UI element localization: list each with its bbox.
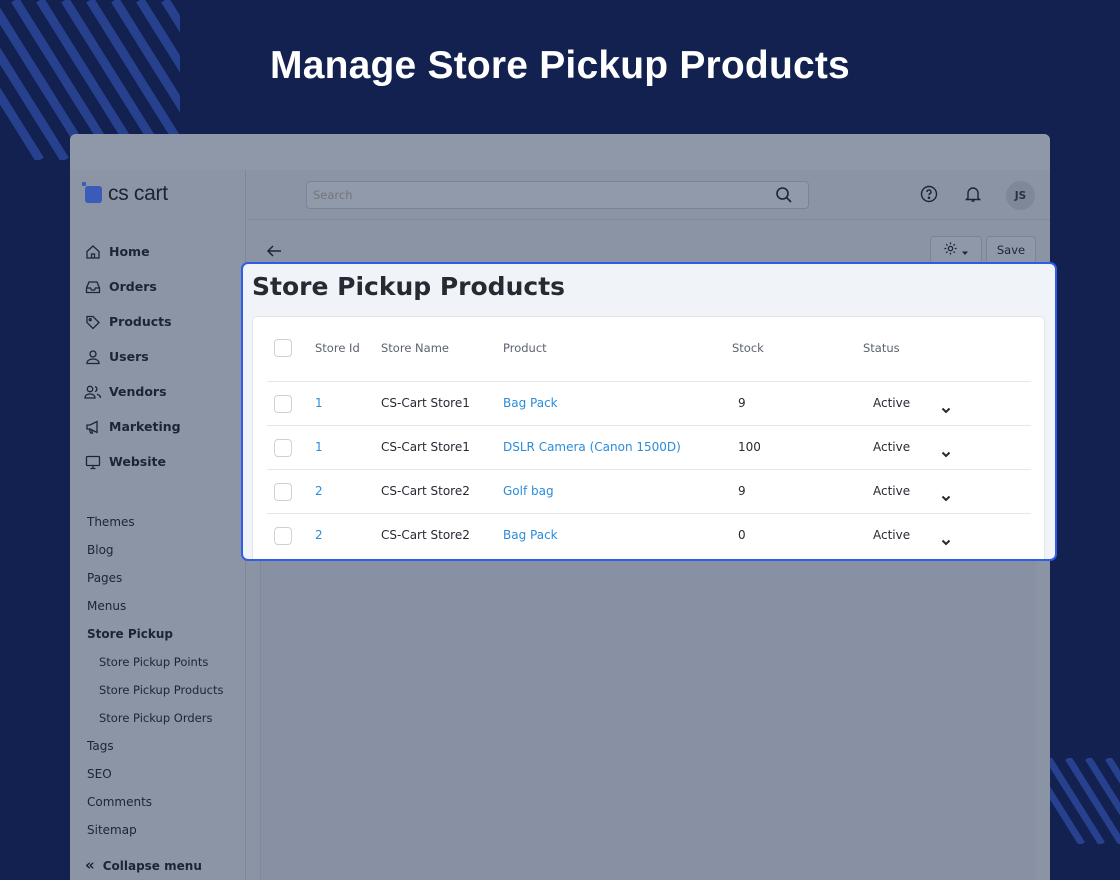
stock-value: 9 [738,484,746,498]
sidebar-item-home[interactable]: Home [84,234,181,269]
store-name: CS-Cart Store1 [381,440,470,454]
window-title-bar [70,134,1050,170]
home-icon [84,243,102,261]
row-checkbox[interactable] [274,527,292,545]
stock-value: 100 [738,440,761,454]
stock-value: 0 [738,528,746,542]
column-header-status[interactable]: Status [863,341,900,355]
sidebar-item-tags[interactable]: Tags [87,732,223,760]
chevron-down-icon[interactable] [941,487,951,506]
help-icon[interactable] [920,185,938,207]
page-title: Store Pickup Products [252,272,566,301]
sidebar-item-label: Orders [109,279,157,294]
logo-mark-icon [82,181,102,203]
table-row: 1 CS-Cart Store1 Bag Pack 9 Active [267,381,1031,425]
sidebar-item-label: Home [109,244,150,259]
sidebar-item-label: Website [109,454,166,469]
monitor-icon [84,453,102,471]
brand-logo[interactable]: cs cart [82,181,168,206]
sidebar-main-nav: Home Orders Products Users Vendors Marke… [84,234,181,479]
tag-icon [84,313,102,331]
users-icon [84,383,102,401]
avatar[interactable]: JS [1006,181,1035,210]
double-chevron-left-icon: « [85,856,95,874]
status-value[interactable]: Active [873,484,910,498]
content-panel [260,560,1036,880]
brand-name: cs cart [108,182,168,205]
table-row: 2 CS-Cart Store2 Golf bag 9 Active [267,469,1031,513]
sidebar-item-seo[interactable]: SEO [87,760,223,788]
sidebar-item-store-pickup-points[interactable]: Store Pickup Points [87,648,223,676]
table-row: 1 CS-Cart Store1 DSLR Camera (Canon 1500… [267,425,1031,469]
sidebar-item-label: Users [109,349,149,364]
sidebar-item-comments[interactable]: Comments [87,788,223,816]
status-value[interactable]: Active [873,528,910,542]
store-id-link[interactable]: 2 [315,484,323,498]
sidebar-item-label: Products [109,314,172,329]
sidebar-item-label: Marketing [109,419,181,434]
table-row: 2 CS-Cart Store2 Bag Pack 0 Active [267,513,1031,557]
products-table: Store Id Store Name Product Stock Status… [252,316,1045,559]
row-checkbox[interactable] [274,395,292,413]
sidebar-item-marketing[interactable]: Marketing [84,409,181,444]
store-name: CS-Cart Store2 [381,528,470,542]
chevron-down-icon[interactable] [941,531,951,550]
product-link[interactable]: Bag Pack [503,396,558,410]
store-pickup-products-card: Store Pickup Products Store Id Store Nam… [241,262,1057,561]
product-link[interactable]: DSLR Camera (Canon 1500D) [503,440,681,454]
stock-value: 9 [738,396,746,410]
caret-down-icon [961,241,969,260]
back-arrow-icon[interactable] [266,243,282,262]
sidebar-item-menus[interactable]: Menus [87,592,223,620]
settings-dropdown-button[interactable] [930,236,982,264]
user-icon [84,348,102,366]
decorative-stripes-bottom-right [1048,758,1120,844]
bell-icon[interactable] [964,185,982,207]
search-input[interactable] [306,181,809,209]
page-headline: Manage Store Pickup Products [270,44,850,87]
sidebar: cs cart Home Orders Products Users Vendo… [70,170,246,880]
sidebar-item-orders[interactable]: Orders [84,269,181,304]
column-header-store-name[interactable]: Store Name [381,341,449,355]
select-all-checkbox[interactable] [274,339,292,357]
sidebar-item-users[interactable]: Users [84,339,181,374]
gear-icon [943,241,958,260]
column-header-product[interactable]: Product [503,341,547,355]
sidebar-item-store-pickup[interactable]: Store Pickup [87,620,223,648]
row-checkbox[interactable] [274,483,292,501]
megaphone-icon [84,418,102,436]
search-icon[interactable] [775,186,793,208]
row-checkbox[interactable] [274,439,292,457]
chevron-down-icon[interactable] [941,399,951,418]
sidebar-item-themes[interactable]: Themes [87,508,223,536]
store-name: CS-Cart Store1 [381,396,470,410]
store-id-link[interactable]: 1 [315,440,323,454]
sidebar-item-blog[interactable]: Blog [87,536,223,564]
sidebar-item-sitemap[interactable]: Sitemap [87,816,223,844]
store-name: CS-Cart Store2 [381,484,470,498]
sidebar-item-label: Vendors [109,384,167,399]
product-link[interactable]: Bag Pack [503,528,558,542]
sidebar-item-vendors[interactable]: Vendors [84,374,181,409]
store-id-link[interactable]: 1 [315,396,323,410]
sidebar-item-pages[interactable]: Pages [87,564,223,592]
sidebar-item-store-pickup-orders[interactable]: Store Pickup Orders [87,704,223,732]
column-header-store-id[interactable]: Store Id [315,341,360,355]
status-value[interactable]: Active [873,440,910,454]
product-link[interactable]: Golf bag [503,484,554,498]
store-id-link[interactable]: 2 [315,528,323,542]
sidebar-item-website[interactable]: Website [84,444,181,479]
top-bar: JS [247,170,1050,220]
website-submenu: Themes Blog Pages Menus Store Pickup Sto… [87,508,223,844]
column-header-stock[interactable]: Stock [732,341,764,355]
inbox-icon [84,278,102,296]
sidebar-item-store-pickup-products[interactable]: Store Pickup Products [87,676,223,704]
status-value[interactable]: Active [873,396,910,410]
collapse-menu-button[interactable]: « Collapse menu [85,858,202,873]
chevron-down-icon[interactable] [941,443,951,462]
collapse-menu-label: Collapse menu [102,858,202,873]
save-button[interactable]: Save [986,236,1036,264]
sidebar-item-products[interactable]: Products [84,304,181,339]
